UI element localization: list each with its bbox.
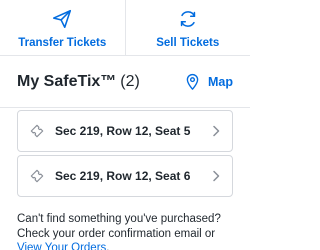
refresh-arrows-icon (180, 11, 195, 27)
ticket-seat-label: Sec 219, Row 12, Seat 5 (55, 124, 191, 138)
help-text: Can't find something you've purchased? C… (17, 213, 221, 240)
sell-tickets-label: Sell Tickets (156, 37, 220, 49)
ticket-icon (30, 124, 44, 138)
ticket-count: (2) (120, 72, 140, 90)
sell-tickets-button[interactable]: Sell Tickets (124, 0, 251, 55)
safetix-header: My SafeTix™ (2) Map (0, 56, 250, 108)
transfer-tickets-button[interactable]: Transfer Tickets (0, 0, 125, 55)
transfer-tickets-label: Transfer Tickets (18, 37, 107, 49)
map-label: Map (208, 74, 233, 89)
ticket-card[interactable]: Sec 219, Row 12, Seat 5 (17, 110, 233, 152)
ticket-actions-bar: Transfer Tickets Sell Tickets (0, 0, 250, 56)
paper-plane-icon (53, 9, 72, 29)
help-message: Can't find something you've purchased? C… (17, 212, 239, 250)
help-suffix: . (106, 242, 110, 250)
chevron-right-icon (213, 170, 220, 182)
map-pin-icon (186, 73, 199, 90)
ticket-card[interactable]: Sec 219, Row 12, Seat 6 (17, 155, 233, 197)
map-button[interactable]: Map (185, 73, 233, 90)
page-title: My SafeTix™ (17, 72, 117, 90)
ticket-icon (30, 169, 44, 183)
chevron-right-icon (213, 125, 220, 137)
ticket-seat-label: Sec 219, Row 12, Seat 6 (55, 169, 191, 183)
view-your-orders-link[interactable]: View Your Orders (17, 242, 106, 250)
